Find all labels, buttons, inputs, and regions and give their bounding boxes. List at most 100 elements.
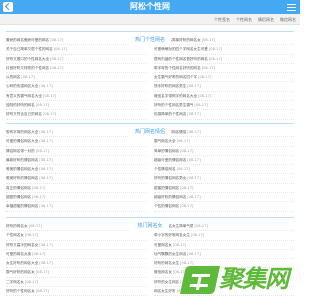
- list-item[interactable]: 好听的情侣网名男女[08-17]: [154, 174, 294, 184]
- item-title[interactable]: 伤感简单的个性网名: [154, 112, 186, 116]
- list-item[interactable]: 好听又高冷的网名女[08-17]: [6, 241, 146, 250]
- nav-item-nickname[interactable]: 个性网名: [236, 14, 252, 25]
- item-title[interactable]: 可爱网名女: [154, 243, 172, 247]
- item-title[interactable]: 个性的情侣网名: [154, 204, 179, 208]
- item-title[interactable]: 情侣网名带一对的: [6, 149, 35, 153]
- list-item[interactable]: 情侣网名带一对的[08-17]: [6, 147, 146, 156]
- item-title[interactable]: 微信网名女: [154, 270, 172, 274]
- list-item[interactable]: 真正的情侣网名[08-17]: [6, 184, 146, 194]
- list-item[interactable]: 带字母的个性网名好听的网名[08-17]: [154, 64, 294, 74]
- item-title[interactable]: 可爱的情侣网名大全: [6, 139, 38, 143]
- item-title[interactable]: 心碎的伤感网名大全: [6, 84, 38, 88]
- item-title[interactable]: 好听又符合自己的网名: [6, 112, 42, 116]
- item-title[interactable]: 唯美的情侣网名大全: [6, 167, 38, 171]
- item-title[interactable]: 二字网名女: [6, 280, 24, 284]
- list-item[interactable]: 仙气飘飘的女生网名[08-17]: [154, 250, 294, 260]
- item-title[interactable]: 仙气飘飘的女生网名: [154, 252, 186, 256]
- list-item[interactable]: 有意义的霸气网名大全[08-17]: [6, 92, 146, 102]
- item-title[interactable]: 微信名字带阿字的网名大全: [154, 94, 197, 98]
- list-item[interactable]: 幸福甜蜜的情侣网名[08-17]: [6, 202, 146, 212]
- list-item[interactable]: 心碎的伤感网名大全[08-17]: [6, 82, 146, 92]
- item-title[interactable]: 撒娇的网名傲娇可爱的网名: [6, 38, 49, 42]
- item-title[interactable]: 好听的个性网名男生霸气: [154, 103, 194, 107]
- item-title[interactable]: 好听又高冷的网名女: [6, 243, 38, 247]
- list-item[interactable]: 女生霸气好听的网名四个字[08-17]: [154, 73, 294, 83]
- item-title[interactable]: 关于自己简单又很个性的网名: [6, 47, 53, 51]
- list-item[interactable]: 好听的网名女[08-17]: [6, 222, 146, 232]
- list-item[interactable]: 超级可爱的情侣网名[08-17]: [154, 156, 294, 166]
- list-item[interactable]: 关于自己简单又很个性的网名[08-17]: [6, 45, 146, 55]
- item-title[interactable]: 幸福甜蜜的情侣网名: [6, 204, 38, 208]
- list-item[interactable]: 可爱的情侣网名大全[08-17]: [6, 137, 146, 147]
- item-title[interactable]: 真正的情侣网名: [6, 186, 31, 190]
- list-item[interactable]: 唯美的情侣网名大全[08-17]: [6, 165, 146, 175]
- nav-item-couple[interactable]: 情侣网名: [258, 14, 274, 25]
- item-title[interactable]: 很有内涵的个性网名很好听的网名: [154, 57, 208, 61]
- list-item[interactable]: 超级好听的情侣网名[08-17]: [154, 193, 294, 203]
- item-title[interactable]: 个性情侣网名: [154, 167, 176, 171]
- item-title[interactable]: 简单的情侣网名: [154, 149, 179, 153]
- list-item[interactable]: 超甜的情侣网名[08-17]: [6, 193, 146, 203]
- menu-icon[interactable]: [287, 2, 296, 12]
- nav-item-signature[interactable]: 个性签名: [214, 14, 230, 25]
- item-title[interactable]: 快手好听的网名男生: [154, 84, 186, 88]
- list-item[interactable]: 带有字母的网名大全[08-17]: [6, 128, 146, 138]
- item-title[interactable]: 唯美好听的情侣网名: [6, 176, 38, 180]
- item-title[interactable]: 个性网名女: [6, 233, 24, 237]
- list-item[interactable]: 霸气好听的网名女[08-17]: [6, 268, 146, 278]
- item-title[interactable]: 可爱萌萌哒的四个字网名女生可爱: [154, 47, 208, 51]
- item-title[interactable]: 好听的个性网名女: [6, 289, 35, 293]
- item-title[interactable]: 带有字母的网名大全: [6, 130, 38, 134]
- item-title[interactable]: 好听的网名女生: [154, 261, 179, 265]
- item-title[interactable]: 带小字的好听网名女生: [154, 233, 190, 237]
- list-item[interactable]: 微信的网名简单好听的网名女[08-17]: [154, 36, 294, 46]
- item-title[interactable]: 女生好听的网名大全: [6, 261, 38, 265]
- list-item[interactable]: 很有内涵的个性网名很好听的网名[08-17]: [154, 55, 294, 64]
- item-title[interactable]: 网名女生好听: [154, 289, 176, 293]
- item-title[interactable]: 超甜的情侣网名: [6, 195, 31, 199]
- list-item[interactable]: 撒娇的网名傲娇可爱的网名[08-17]: [6, 36, 146, 46]
- list-item[interactable]: 可爱的网名女孩[08-17]: [6, 250, 146, 260]
- list-item[interactable]: 个性的情侣网名[08-17]: [154, 202, 294, 212]
- item-title[interactable]: 独特的好听的网名: [6, 103, 35, 107]
- site-title[interactable]: 阿松个性网: [0, 2, 300, 12]
- list-item[interactable]: 女生好听的网名大全[08-17]: [6, 259, 146, 269]
- item-title[interactable]: 甜蜜的情侣网名: [154, 186, 179, 190]
- list-item[interactable]: 好听的网名女生简单气质[08-17]: [154, 222, 294, 232]
- item-title[interactable]: 好听的女生网名: [154, 280, 179, 284]
- item-title[interactable]: 以的网名: [6, 75, 20, 79]
- item-title[interactable]: 女生霸气好听的网名四个字: [154, 75, 197, 79]
- list-item[interactable]: 带小字的好听网名女生[08-17]: [154, 231, 294, 241]
- list-item[interactable]: 可爱网名女[08-17]: [154, 241, 294, 250]
- list-item[interactable]: 个性情侣网名[08-17]: [154, 165, 294, 175]
- item-title[interactable]: 好听又顺口的个性网名大全: [6, 57, 49, 61]
- item-title[interactable]: 最新好听的情侣网名: [6, 158, 38, 162]
- item-title[interactable]: 抖音好听又特别的个性网名: [6, 66, 49, 70]
- list-item[interactable]: 个性网名女[08-17]: [6, 231, 146, 241]
- list-item[interactable]: 霸气网名大全[08-17]: [154, 137, 294, 147]
- item-title[interactable]: 可爱的网名女孩: [6, 252, 31, 256]
- item-title[interactable]: 有意义的霸气网名大全: [6, 94, 42, 98]
- nav-item-wechat[interactable]: 微信网名: [280, 14, 296, 25]
- item-title[interactable]: 霸气好听的网名女: [6, 270, 35, 274]
- item-title[interactable]: 霸气网名大全: [154, 139, 176, 143]
- list-item[interactable]: 以的网名[08-17]: [6, 73, 146, 83]
- list-item[interactable]: 简单简单的网名情侣[08-17]: [154, 128, 294, 138]
- list-item[interactable]: 简单的情侣网名[08-17]: [154, 147, 294, 156]
- list-item[interactable]: 快手好听的网名男生[08-17]: [154, 82, 294, 92]
- list-item[interactable]: 抖音好听又特别的个性网名[08-17]: [6, 64, 146, 74]
- list-item[interactable]: 二字网名女[08-17]: [6, 278, 146, 288]
- list-item[interactable]: 好听的个性网名女[08-17]: [6, 287, 146, 297]
- list-item[interactable]: 最新好听的情侣网名[08-17]: [6, 156, 146, 166]
- item-title[interactable]: 超级可爱的情侣网名: [154, 158, 186, 162]
- item-title[interactable]: 好听的情侣网名男女: [154, 176, 186, 180]
- list-item[interactable]: 独特的好听的网名[08-17]: [6, 101, 146, 111]
- item-title[interactable]: 带字母的个性网名好听的网名: [154, 66, 201, 70]
- list-item[interactable]: 微信名字带阿字的网名大全[08-17]: [154, 92, 294, 102]
- list-item[interactable]: 唯美好听的情侣网名[08-17]: [6, 174, 146, 184]
- list-item[interactable]: 甜蜜的情侣网名[08-17]: [154, 184, 294, 194]
- item-title[interactable]: 超级好听的情侣网名: [154, 195, 186, 199]
- list-item[interactable]: 好听的个性网名男生霸气[08-17]: [154, 101, 294, 111]
- list-item[interactable]: 可爱萌萌哒的四个字网名女生可爱[08-17]: [154, 45, 294, 55]
- item-title[interactable]: 好听的网名女: [6, 224, 28, 228]
